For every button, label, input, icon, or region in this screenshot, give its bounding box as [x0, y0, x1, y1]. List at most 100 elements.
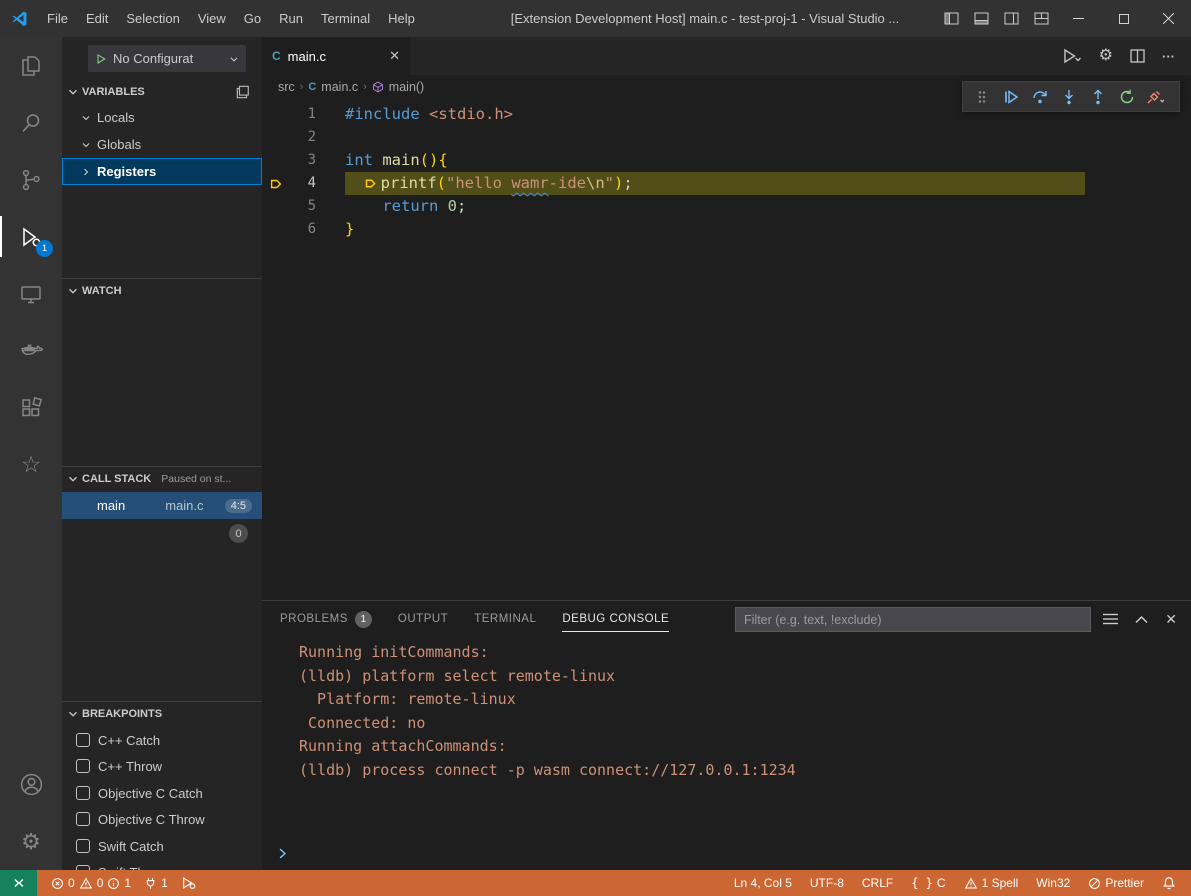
split-editor-icon[interactable]	[1130, 49, 1145, 63]
breadcrumb-file[interactable]: main.c	[321, 80, 358, 94]
breakpoints-section-header[interactable]: BREAKPOINTS	[62, 701, 262, 725]
panel-tab-bar: PROBLEMS 1 OUTPUT TERMINAL DEBUG CONSOLE	[262, 601, 669, 637]
callstack-frame-row[interactable]: main main.c 4:5	[62, 492, 262, 519]
ports-status[interactable]: 1	[139, 870, 173, 896]
toggle-panel-icon[interactable]	[966, 0, 996, 37]
chevron-down-icon	[66, 472, 80, 486]
close-tab-icon[interactable]: ✕	[389, 48, 400, 64]
step-into-icon[interactable]	[1054, 82, 1083, 111]
console-line: (lldb) process connect -p wasm connect:/…	[299, 759, 1171, 783]
checkbox[interactable]	[76, 812, 90, 826]
checkbox[interactable]	[76, 839, 90, 853]
checkbox[interactable]	[76, 733, 90, 747]
menu-file[interactable]: File	[38, 0, 77, 37]
search-icon[interactable]	[0, 94, 62, 151]
code-line-3: 3 int main(){	[262, 149, 1191, 172]
run-or-debug-icon[interactable]	[1062, 48, 1082, 64]
toolbar-grip[interactable]	[967, 82, 996, 111]
explorer-icon[interactable]	[0, 37, 62, 94]
warning-icon	[79, 877, 93, 890]
breadcrumb-symbol[interactable]: main()	[389, 80, 424, 94]
tab-output[interactable]: OUTPUT	[398, 601, 448, 637]
marketplace-star-icon[interactable]: ☆	[0, 436, 62, 493]
collapse-all-icon[interactable]	[236, 85, 250, 99]
breadcrumb-folder[interactable]: src	[278, 80, 295, 94]
breakpoint-cpp-throw[interactable]: C++ Throw	[62, 753, 262, 779]
c-file-icon: C	[308, 81, 316, 93]
minimize-button[interactable]	[1056, 0, 1101, 37]
restart-icon[interactable]	[1112, 82, 1141, 111]
account-icon[interactable]	[0, 756, 62, 813]
chevron-down-icon	[80, 139, 92, 151]
debug-config-dropdown[interactable]: No Configurat	[88, 45, 246, 72]
run-and-debug-icon[interactable]: 1	[0, 208, 62, 265]
problems-count-badge: 1	[355, 611, 372, 628]
console-options-icon[interactable]	[1103, 613, 1118, 625]
remote-explorer-icon[interactable]	[0, 265, 62, 322]
debug-toolbar	[962, 81, 1180, 112]
menu-run[interactable]: Run	[270, 0, 312, 37]
close-panel-icon[interactable]: ✕	[1165, 611, 1177, 628]
tab-problems[interactable]: PROBLEMS 1	[280, 601, 372, 637]
remote-indicator[interactable]	[0, 870, 37, 896]
tab-debug-console[interactable]: DEBUG CONSOLE	[562, 601, 669, 637]
tab-main-c[interactable]: C main.c ✕	[262, 37, 410, 75]
encoding-indicator[interactable]: UTF-8	[805, 870, 849, 896]
breakpoint-objc-throw[interactable]: Objective C Throw	[62, 806, 262, 832]
notifications-bell[interactable]	[1157, 870, 1181, 896]
breakpoint-swift-catch[interactable]: Swift Catch	[62, 833, 262, 859]
customize-layout-icon[interactable]	[1026, 0, 1056, 37]
debug-status[interactable]	[176, 870, 201, 896]
close-window-button[interactable]	[1146, 0, 1191, 37]
extensions-icon[interactable]	[0, 379, 62, 436]
settings-gear-icon[interactable]: ⚙	[0, 813, 62, 870]
editor-tab-bar: C main.c ✕ ⚙ ···	[262, 37, 1191, 75]
menu-go[interactable]: Go	[235, 0, 270, 37]
problems-status[interactable]: 0 0 1	[46, 870, 136, 896]
editor-settings-gear-icon[interactable]: ⚙	[1099, 48, 1113, 64]
step-over-icon[interactable]	[1025, 82, 1054, 111]
toggle-secondary-sidebar-icon[interactable]	[996, 0, 1026, 37]
inline-stackframe-icon	[364, 177, 379, 190]
continue-icon[interactable]	[996, 82, 1025, 111]
checkbox[interactable]	[76, 759, 90, 773]
watch-section-header[interactable]: WATCH	[62, 278, 262, 302]
language-mode[interactable]: { } C	[906, 870, 950, 896]
eol-indicator[interactable]: CRLF	[857, 870, 898, 896]
menu-selection[interactable]: Selection	[117, 0, 188, 37]
tab-terminal[interactable]: TERMINAL	[474, 601, 536, 637]
spell-checker-status[interactable]: 1 Spell	[959, 870, 1024, 896]
maximize-panel-icon[interactable]	[1135, 615, 1148, 624]
variables-item-locals[interactable]: Locals	[62, 104, 262, 131]
current-stackframe-icon[interactable]	[262, 177, 290, 191]
source-control-icon[interactable]	[0, 151, 62, 208]
warning-icon	[964, 877, 978, 890]
cursor-position[interactable]: Ln 4, Col 5	[729, 870, 797, 896]
line-number: 6	[290, 218, 316, 241]
docker-icon[interactable]	[0, 322, 62, 379]
formatter-status[interactable]: Prettier	[1083, 870, 1149, 896]
frame-file: main.c	[165, 498, 203, 513]
checkbox[interactable]	[76, 786, 90, 800]
variables-section-header[interactable]: VARIABLES	[62, 80, 262, 104]
maximize-button[interactable]	[1101, 0, 1146, 37]
breakpoint-objc-catch[interactable]: Objective C Catch	[62, 780, 262, 806]
variables-item-registers[interactable]: Registers	[62, 158, 262, 185]
menu-help[interactable]: Help	[379, 0, 424, 37]
console-filter-input[interactable]	[735, 607, 1091, 632]
toggle-sidebar-icon[interactable]	[936, 0, 966, 37]
platform-indicator[interactable]: Win32	[1031, 870, 1075, 896]
menu-edit[interactable]: Edit	[77, 0, 117, 37]
menu-terminal[interactable]: Terminal	[312, 0, 379, 37]
chevron-right-icon: ›	[300, 81, 304, 93]
code-editor[interactable]: 1 #include <stdio.h> 2 3 int main(){ 4 p…	[262, 98, 1191, 600]
disconnect-icon[interactable]	[1141, 82, 1170, 111]
step-out-icon[interactable]	[1083, 82, 1112, 111]
callstack-section-header[interactable]: CALL STACK Paused on st...	[62, 466, 262, 490]
frame-position-badge: 4:5	[225, 499, 252, 513]
console-input-prompt[interactable]	[276, 847, 289, 860]
breakpoint-cpp-catch[interactable]: C++ Catch	[62, 727, 262, 753]
more-actions-icon[interactable]: ···	[1162, 49, 1175, 64]
variables-item-globals[interactable]: Globals	[62, 131, 262, 158]
menu-view[interactable]: View	[189, 0, 235, 37]
